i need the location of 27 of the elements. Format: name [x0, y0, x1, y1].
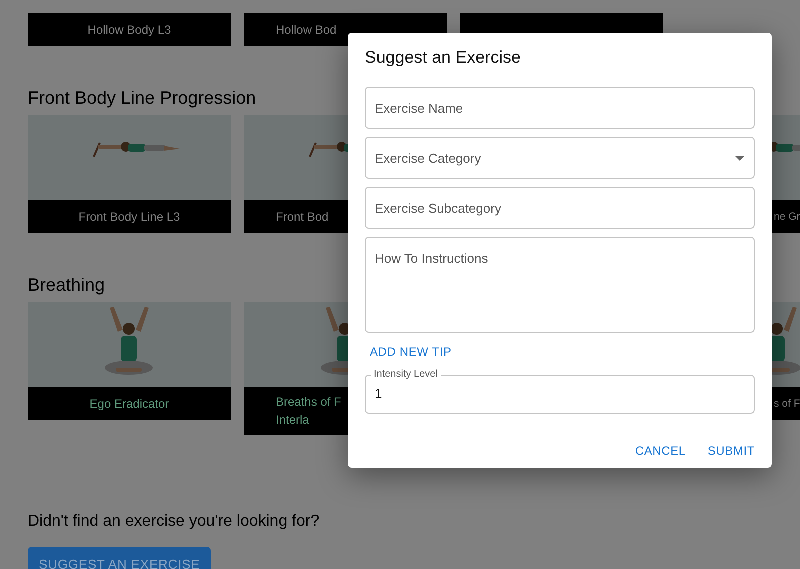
section-heading: Front Body Line Progression [28, 88, 258, 108]
input-field[interactable]: Exercise Subcategory [365, 187, 755, 229]
card-title: Front Body Line L3 [78, 208, 180, 226]
intensity-field[interactable]: Intensity Level 1 [365, 369, 755, 414]
suggest-exercise-button[interactable]: SUGGEST AN EXERCISE [28, 547, 212, 569]
input-field[interactable]: Exercise Name [365, 87, 755, 129]
card-title: Interla [276, 412, 310, 429]
card-title: Breaths of F [276, 394, 342, 411]
field-label: Intensity Level [373, 369, 439, 381]
dialog-action-button[interactable]: SUBMIT [700, 440, 763, 462]
card-caption-bar[interactable]: Front Body Line L3 [28, 200, 231, 233]
dropdown-caret-icon [735, 156, 745, 160]
card-title: Front Bod [276, 208, 329, 226]
section-heading: Breathing [28, 275, 106, 295]
card-caption-bar[interactable]: Ego Eradicator [28, 387, 231, 420]
prompt-text: Didn't find an exercise you're looking for? [28, 513, 321, 531]
card-title: ne Gr [774, 210, 800, 224]
dialog-action-button[interactable]: CANCEL [627, 440, 694, 462]
card-title: Hollow Bod [276, 22, 337, 38]
card-title: s of F [774, 396, 800, 412]
card-caption-bar[interactable]: Hollow Body L3 [28, 13, 231, 46]
select-field[interactable]: Exercise Category [365, 137, 755, 179]
dialog-title: Suggest an Exercise [365, 47, 522, 69]
card-title: Ego Eradicator [90, 396, 170, 412]
add-tip-button[interactable]: ADD NEW TIP [365, 343, 457, 361]
card-title: Hollow Body L3 [88, 22, 172, 38]
input-field[interactable]: How To Instructions [365, 237, 755, 333]
